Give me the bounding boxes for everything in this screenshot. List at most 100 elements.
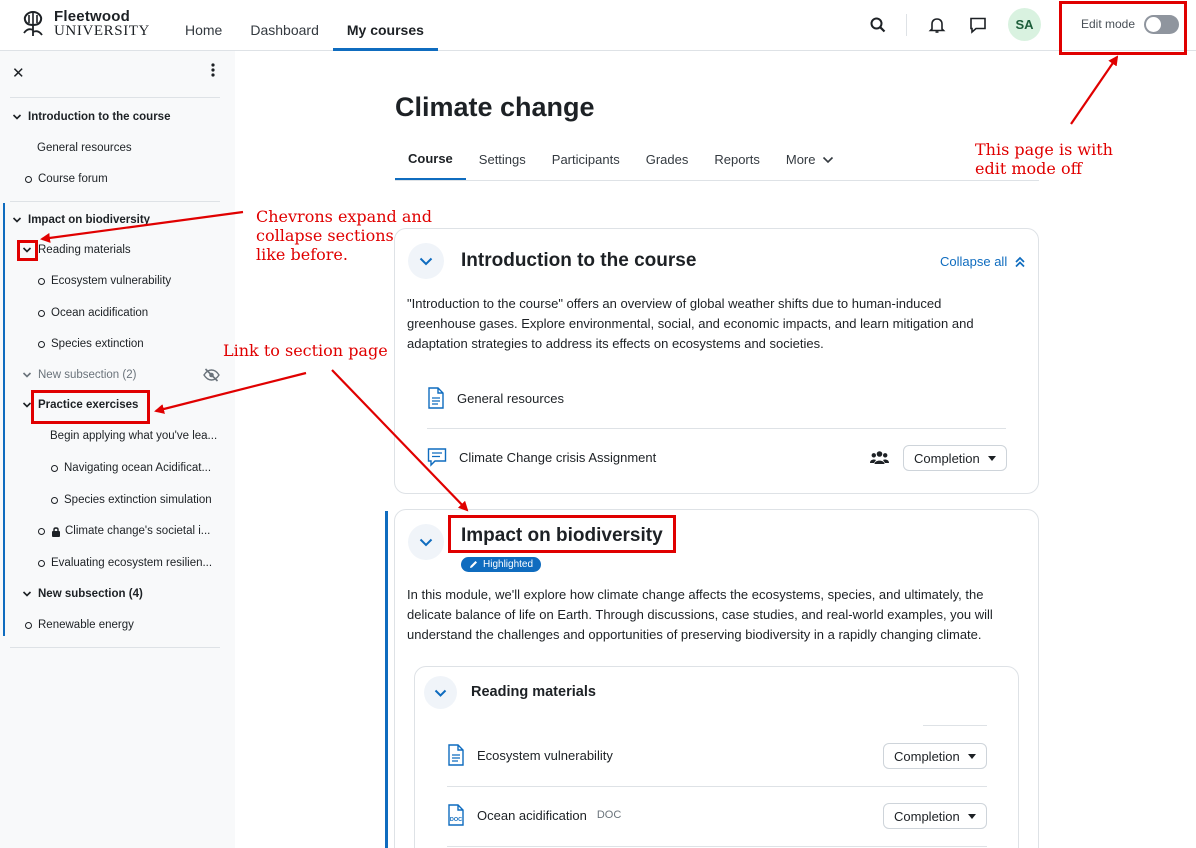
messages-icon[interactable]: [966, 13, 990, 37]
index-item-begin[interactable]: Begin applying what you've lea...: [50, 430, 217, 442]
index-subsection-reading[interactable]: Reading materials: [22, 244, 131, 256]
index-item-societal[interactable]: Climate change's societal i...: [38, 525, 210, 537]
eye-slash-icon: [203, 368, 220, 382]
index-item-simulation[interactable]: Species extinction simulation: [51, 494, 212, 506]
bell-icon[interactable]: [925, 13, 949, 37]
description-line: adaptation strategies to address its eff…: [407, 336, 824, 351]
completion-circle-icon: [38, 277, 45, 285]
section-description: "Introduction to the course" offers an o…: [407, 294, 974, 354]
annotation-box-section-title: [448, 515, 676, 553]
completion-dropdown[interactable]: Completion: [883, 803, 987, 829]
index-item-renewable[interactable]: Renewable energy: [25, 619, 134, 631]
annotation-line: This page is with: [975, 140, 1113, 159]
description-line: greenhouse gases. Explore environmental,…: [407, 316, 974, 331]
subsection-collapse-button[interactable]: [424, 676, 457, 709]
completion-label: Completion: [894, 808, 960, 824]
nav-my-courses[interactable]: My courses: [332, 0, 438, 51]
nav-home[interactable]: Home: [171, 0, 236, 51]
highlight-indicator-bar: [385, 511, 388, 848]
activity-ecosystem[interactable]: Ecosystem vulnerability: [447, 744, 613, 766]
index-label: Navigating ocean Acidificat...: [64, 462, 212, 474]
navbar-divider: [906, 14, 907, 36]
index-label: Reading materials: [38, 244, 131, 256]
completion-dropdown[interactable]: Completion: [883, 743, 987, 769]
index-item-ecosystem[interactable]: Ecosystem vulnerability: [38, 275, 171, 287]
collapse-all-label: Collapse all: [940, 254, 1008, 269]
index-label: General resources: [37, 142, 132, 154]
completion-label: Completion: [894, 748, 960, 764]
activity-ocean[interactable]: DOC Ocean acidification DOC: [447, 804, 621, 826]
pencil-icon: [470, 561, 477, 568]
nav-dashboard[interactable]: Dashboard: [236, 0, 333, 51]
completion-circle-icon: [38, 340, 45, 348]
annotation-chevron-note: Chevrons expand and collapse sections li…: [256, 207, 432, 264]
chevron-down-icon[interactable]: [12, 215, 22, 225]
index-label: Introduction to the course: [28, 111, 171, 123]
index-section-impact[interactable]: Impact on biodiversity: [12, 214, 150, 226]
index-subsection-new-2[interactable]: New subsection (2): [22, 369, 136, 381]
description-line: "Introduction to the course" offers an o…: [407, 296, 942, 311]
completion-label: Completion: [914, 450, 980, 466]
index-subsection-new-4[interactable]: New subsection (4): [22, 588, 143, 600]
section-title[interactable]: Introduction to the course: [461, 250, 696, 272]
activity-assignment[interactable]: Climate Change crisis Assignment: [427, 447, 656, 467]
section-description: In this module, we'll explore how climat…: [407, 585, 993, 645]
index-label: Species extinction simulation: [64, 494, 212, 506]
completion-circle-icon: [38, 309, 45, 317]
svg-text:DOC: DOC: [450, 817, 462, 823]
description-line: In this module, we'll explore how climat…: [407, 587, 984, 602]
chevron-down-icon[interactable]: [22, 370, 32, 380]
tab-participants[interactable]: Participants: [539, 140, 633, 180]
file-type-tag: DOC: [596, 809, 622, 821]
top-navbar: Fleetwood UNIVERSITY Home Dashboard My c…: [0, 0, 1196, 51]
index-label: Ocean acidification: [51, 307, 149, 319]
subsection-title[interactable]: Reading materials: [471, 684, 596, 700]
tab-settings[interactable]: Settings: [466, 140, 539, 180]
tab-reports[interactable]: Reports: [701, 140, 773, 180]
annotation-box-chevron: [17, 240, 38, 261]
university-logo[interactable]: Fleetwood UNIVERSITY: [18, 8, 150, 40]
annotation-line: edit mode off: [975, 159, 1082, 178]
caret-down-icon: [967, 813, 976, 819]
index-item-general-resources[interactable]: General resources: [37, 142, 132, 154]
activity-general-resources[interactable]: General resources: [427, 387, 564, 409]
activity-divider: [447, 846, 987, 847]
section-collapse-button[interactable]: [408, 524, 444, 560]
activity-name: Ecosystem vulnerability: [477, 747, 613, 763]
chevron-down-icon[interactable]: [12, 112, 22, 122]
activity-divider: [427, 428, 1006, 429]
activity-divider: [923, 725, 987, 726]
tab-grades[interactable]: Grades: [633, 140, 702, 180]
annotation-box-practice: [31, 390, 150, 424]
close-drawer-icon[interactable]: ✕: [12, 64, 25, 82]
tab-more-label: More: [785, 152, 816, 167]
caret-down-icon: [987, 455, 996, 461]
index-item-navigating[interactable]: Navigating ocean Acidificat...: [51, 462, 211, 474]
index-item-evaluating[interactable]: Evaluating ecosystem resilien...: [38, 557, 212, 569]
search-icon[interactable]: [866, 13, 890, 37]
course-tabs: Course Settings Participants Grades Repo…: [395, 140, 1039, 181]
doc-file-icon: DOC: [448, 804, 464, 826]
logo-line-1: Fleetwood: [54, 8, 130, 25]
course-index-drawer: ✕ Introduction to the course General res…: [0, 51, 235, 848]
group-users-icon: [870, 451, 889, 464]
collapse-all-link[interactable]: Collapse all: [940, 254, 1026, 269]
completion-circle-icon: [38, 559, 45, 567]
description-line: delicate balance of life on Earth. Throu…: [407, 607, 993, 622]
completion-circle-icon: [51, 464, 58, 472]
index-section-intro[interactable]: Introduction to the course: [12, 111, 170, 123]
tab-course[interactable]: Course: [395, 140, 466, 180]
index-item-ocean[interactable]: Ocean acidification: [38, 307, 148, 319]
index-item-course-forum[interactable]: Course forum: [25, 173, 108, 185]
index-label: Renewable energy: [38, 619, 134, 631]
document-icon: [448, 744, 464, 766]
index-label: Impact on biodiversity: [28, 214, 151, 226]
kebab-menu-icon[interactable]: [206, 62, 220, 78]
index-item-species[interactable]: Species extinction: [38, 338, 144, 350]
tab-more[interactable]: More: [773, 140, 847, 180]
page-title: Climate change: [395, 92, 595, 122]
chevron-down-icon[interactable]: [22, 589, 32, 599]
completion-dropdown[interactable]: Completion: [903, 445, 1007, 471]
user-avatar[interactable]: SA: [1008, 8, 1041, 41]
drawer-divider: [10, 201, 220, 202]
